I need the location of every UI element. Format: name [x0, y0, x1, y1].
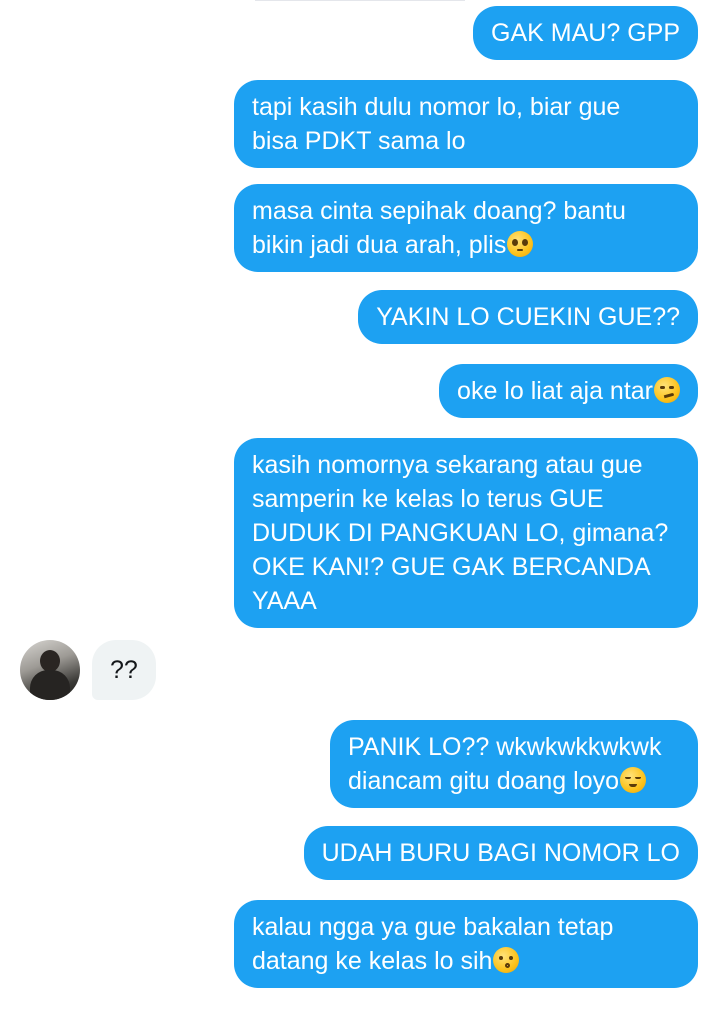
message-line: PANIK LO?? wkwkwkkwkwk — [348, 733, 662, 761]
smirking-face-emoji-icon — [654, 377, 680, 403]
message-line: bisa PDKT sama lo — [252, 127, 466, 155]
message-line: diancam gitu doang loyo — [348, 767, 620, 795]
message-line: UDAH BURU BAGI NOMOR LO — [321, 839, 680, 867]
pleading-face-emoji-icon — [507, 231, 534, 257]
message-line: DUDUK DI PANGKUAN LO, gimana? — [252, 519, 669, 547]
message-line: kasih nomornya sekarang atau gue — [252, 451, 643, 479]
message-bubble-incoming[interactable]: ?? — [92, 640, 156, 700]
message-bubble-outgoing[interactable]: GAK MAU? GPP — [473, 6, 698, 60]
message-line: OKE KAN!? GUE GAK BERCANDA — [252, 553, 651, 581]
message-line: masa cinta sepihak doang? bantu — [252, 197, 626, 225]
message-line: YAKIN LO CUEKIN GUE?? — [376, 303, 680, 331]
message-bubble-outgoing[interactable]: YAKIN LO CUEKIN GUE?? — [358, 290, 698, 344]
message-bubble-outgoing[interactable]: PANIK LO?? wkwkwkkwkwk diancam gitu doan… — [330, 720, 698, 808]
top-divider — [255, 0, 465, 1]
message-bubble-outgoing[interactable]: kalau ngga ya gue bakalan tetap datang k… — [234, 900, 698, 988]
message-bubble-outgoing[interactable]: masa cinta sepihak doang? bantu bikin ja… — [234, 184, 698, 272]
message-line: GAK MAU? GPP — [491, 19, 680, 47]
message-line: datang ke kelas lo sih — [252, 947, 493, 975]
message-bubble-outgoing[interactable]: tapi kasih dulu nomor lo, biar gue bisa … — [234, 80, 698, 168]
message-line: YAAA — [252, 587, 317, 615]
message-bubble-outgoing[interactable]: UDAH BURU BAGI NOMOR LO — [303, 826, 698, 880]
message-line: bikin jadi dua arah, plis — [252, 231, 507, 259]
message-line: ?? — [110, 656, 138, 684]
avatar-body-shape — [30, 670, 70, 700]
message-bubble-outgoing[interactable]: oke lo liat aja ntar — [439, 364, 698, 418]
message-line: tapi kasih dulu nomor lo, biar gue — [252, 93, 621, 121]
contact-avatar[interactable] — [20, 640, 80, 700]
avatar-head-shape — [40, 650, 60, 672]
message-line: kalau ngga ya gue bakalan tetap — [252, 913, 614, 941]
kissing-closed-eyes-emoji-icon — [493, 947, 520, 973]
message-bubble-outgoing[interactable]: kasih nomornya sekarang atau gue samperi… — [234, 438, 698, 628]
message-line: samperin ke kelas lo terus GUE — [252, 485, 604, 513]
message-line: oke lo liat aja ntar — [457, 377, 653, 405]
relieved-face-emoji-icon — [620, 767, 647, 793]
